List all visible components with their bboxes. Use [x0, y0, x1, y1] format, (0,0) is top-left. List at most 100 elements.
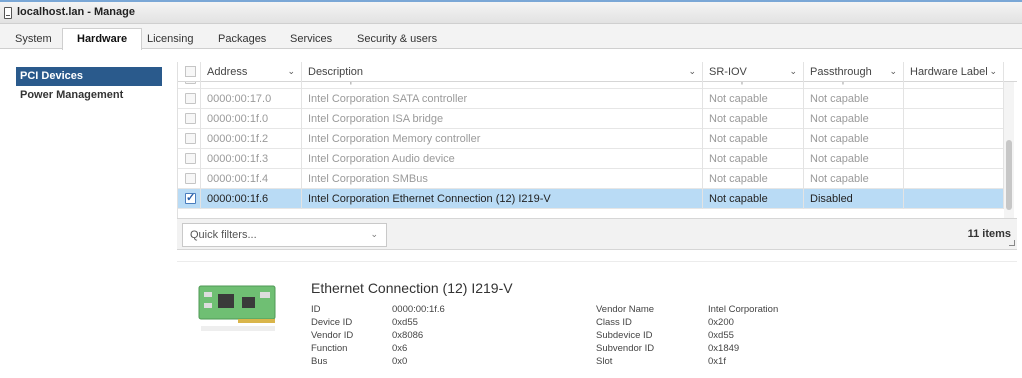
host-icon — [4, 7, 12, 19]
address-cell: 0000:00:17.0 — [201, 89, 302, 109]
tab-hardware[interactable]: Hardware — [62, 28, 143, 50]
chevron-down-icon[interactable]: ⌄ — [889, 66, 897, 77]
property-value: Intel Corporation — [708, 304, 779, 315]
column-header-label: Description — [308, 66, 364, 78]
property-key: Subdevice ID — [596, 330, 653, 341]
sriov-cell: Not capable — [703, 89, 804, 109]
tab-bar: System Hardware Licensing Packages Servi… — [0, 24, 1022, 50]
grid-body: 0000:00:16.0 Intel Corporation Communica… — [178, 69, 1004, 209]
row-checkbox-cell — [178, 169, 201, 189]
divider — [177, 261, 1017, 262]
item-count: 11 items — [967, 228, 1011, 240]
column-header-address[interactable]: Address ⌄ — [201, 62, 302, 82]
column-header-sriov[interactable]: SR-IOV ⌄ — [703, 62, 804, 82]
grid-header: Address ⌄ Description ⌄ SR-IOV ⌄ Passthr… — [178, 62, 1017, 82]
description-cell: Intel Corporation ISA bridge — [302, 109, 703, 129]
description-cell: Intel Corporation Memory controller — [302, 129, 703, 149]
hardware-label-cell — [904, 169, 1004, 189]
property-key: Slot — [596, 356, 613, 367]
row-checkbox-checked[interactable] — [185, 191, 196, 204]
chevron-down-icon[interactable]: ⌄ — [287, 66, 295, 77]
sriov-cell: Not capable — [703, 149, 804, 169]
property-value: 0x1f — [708, 356, 726, 367]
property-value: 0x1849 — [708, 343, 740, 354]
chevron-down-icon[interactable]: ⌄ — [989, 66, 997, 77]
property-key: Bus — [311, 356, 328, 367]
property-key: ID — [311, 304, 321, 315]
pci-card-icon — [198, 285, 276, 331]
property-key: Class ID — [596, 317, 632, 328]
passthrough-cell: Not capable — [804, 149, 904, 169]
table-row[interactable]: 0000:00:1f.4 Intel Corporation SMBus Not… — [178, 169, 1004, 189]
tab-system[interactable]: System — [15, 33, 52, 45]
address-cell: 0000:00:1f.3 — [201, 149, 302, 169]
property-value: 0xd55 — [708, 330, 734, 341]
table-row[interactable]: 0000:00:1f.0 Intel Corporation ISA bridg… — [178, 109, 1004, 129]
row-checkbox-cell — [178, 109, 201, 129]
tab-licensing[interactable]: Licensing — [147, 33, 193, 45]
address-cell: 0000:00:1f.0 — [201, 109, 302, 129]
sidebar-item-pci-devices[interactable]: PCI Devices — [16, 67, 162, 86]
property-value: 0x0 — [392, 356, 408, 367]
quick-filters-dropdown[interactable]: Quick filters... ⌄ — [182, 223, 387, 247]
quick-filters-placeholder: Quick filters... — [190, 229, 257, 241]
property-key: Function — [311, 343, 348, 354]
table-row[interactable]: 0000:00:1f.2 Intel Corporation Memory co… — [178, 129, 1004, 149]
property-key: Vendor ID — [311, 330, 354, 341]
hardware-label-cell — [904, 149, 1004, 169]
row-checkbox-cell — [178, 129, 201, 149]
window-title: localhost.lan - Manage — [17, 6, 135, 18]
property-value: 0000:00:1f.6 — [392, 304, 445, 315]
chevron-down-icon[interactable]: ⌄ — [688, 66, 696, 77]
chevron-down-icon[interactable]: ⌄ — [789, 66, 797, 77]
row-checkbox[interactable] — [185, 113, 196, 124]
property-value: 0x6 — [392, 343, 408, 354]
sriov-cell: Not capable — [703, 109, 804, 129]
column-header-description[interactable]: Description ⌄ — [302, 62, 703, 82]
passthrough-cell: Disabled — [804, 189, 904, 209]
column-header-passthrough[interactable]: Passthrough ⌄ — [804, 62, 904, 82]
tab-services[interactable]: Services — [290, 33, 332, 45]
column-header-hardware-label[interactable]: Hardware Label ⌄ — [904, 62, 1004, 82]
property-key: Vendor Name — [596, 304, 655, 315]
column-header-label: Hardware Label — [910, 66, 988, 78]
tab-security-users[interactable]: Security & users — [357, 33, 437, 45]
property-key: Device ID — [311, 317, 353, 328]
column-header-label: Address — [207, 66, 248, 78]
passthrough-cell: Not capable — [804, 129, 904, 149]
resize-grip-icon[interactable] — [1009, 240, 1015, 246]
select-all-checkbox[interactable] — [185, 66, 196, 77]
row-checkbox-cell — [178, 189, 201, 209]
property-value: 0xd55 — [392, 317, 418, 328]
passthrough-cell: Not capable — [804, 169, 904, 189]
column-header-label: Passthrough — [810, 66, 872, 78]
sriov-cell: Not capable — [703, 129, 804, 149]
row-checkbox[interactable] — [185, 133, 196, 144]
grid-scrollbar[interactable] — [1004, 82, 1014, 220]
table-row[interactable]: 0000:00:1f.3 Intel Corporation Audio dev… — [178, 149, 1004, 169]
address-cell: 0000:00:1f.6 — [201, 189, 302, 209]
address-cell: 0000:00:1f.2 — [201, 129, 302, 149]
row-checkbox[interactable] — [185, 93, 196, 104]
sidebar-item-power-management[interactable]: Power Management — [16, 86, 162, 105]
column-header-label: SR-IOV — [709, 66, 747, 78]
pci-devices-grid: Address ⌄ Description ⌄ SR-IOV ⌄ Passthr… — [177, 62, 1017, 220]
hardware-label-cell — [904, 129, 1004, 149]
row-checkbox-cell — [178, 149, 201, 169]
table-row-selected[interactable]: 0000:00:1f.6 Intel Corporation Ethernet … — [178, 189, 1004, 209]
address-cell: 0000:00:1f.4 — [201, 169, 302, 189]
window-titlebar: localhost.lan - Manage — [0, 0, 1022, 24]
grid-footer: Quick filters... ⌄ 11 items — [177, 218, 1017, 250]
tab-packages[interactable]: Packages — [218, 33, 266, 45]
property-value: 0x8086 — [392, 330, 424, 341]
scrollbar-thumb[interactable] — [1006, 140, 1012, 210]
table-row[interactable]: 0000:00:17.0 Intel Corporation SATA cont… — [178, 89, 1004, 109]
hardware-label-cell — [904, 109, 1004, 129]
description-cell: Intel Corporation Audio device — [302, 149, 703, 169]
row-checkbox[interactable] — [185, 153, 196, 164]
device-title: Ethernet Connection (12) I219-V — [311, 280, 513, 296]
row-checkbox[interactable] — [185, 173, 196, 184]
description-cell: Intel Corporation Ethernet Connection (1… — [302, 189, 703, 209]
row-checkbox-cell — [178, 89, 201, 109]
hardware-sidebar: PCI Devices Power Management — [16, 67, 162, 105]
